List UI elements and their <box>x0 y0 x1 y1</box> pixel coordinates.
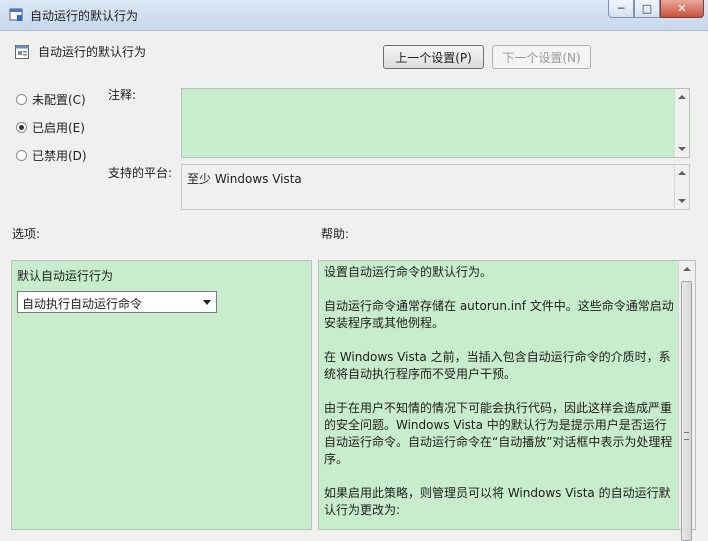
scroll-up-icon[interactable] <box>678 95 686 99</box>
dropdown-selected-value: 自动执行自动运行命令 <box>22 297 143 311</box>
policy-setting-icon <box>15 45 29 59</box>
platform-field: 至少 Windows Vista <box>181 164 690 210</box>
previous-setting-button[interactable]: 上一个设置(P) <box>383 45 484 69</box>
minimize-button[interactable]: ─ <box>608 0 634 18</box>
radio-not-configured[interactable]: 未配置(C) <box>16 91 86 108</box>
window-controls: ─ □ ✕ <box>608 0 704 20</box>
comment-scrollbar[interactable] <box>674 89 689 157</box>
next-setting-button[interactable]: 下一个设置(N) <box>492 45 591 69</box>
radio-disabled[interactable]: 已禁用(D) <box>16 147 87 164</box>
default-autorun-label: 默认自动运行行为 <box>17 269 114 283</box>
help-paragraph: 自动运行命令通常存储在 autorun.inf 文件中。这些命令通常启动安装程序… <box>324 299 674 330</box>
help-scrollbar[interactable] <box>678 261 695 541</box>
scroll-down-icon[interactable] <box>678 147 686 151</box>
grip-icon <box>684 432 689 440</box>
chevron-down-icon[interactable] <box>203 300 211 305</box>
scrollbar-thumb[interactable] <box>681 281 692 541</box>
platform-label: 支持的平台: <box>108 166 173 180</box>
comment-textarea[interactable] <box>181 88 690 158</box>
radio-not-configured-label: 未配置(C) <box>32 93 86 107</box>
scroll-up-icon[interactable] <box>678 171 686 175</box>
policy-window-icon <box>9 8 23 21</box>
radio-enabled[interactable]: 已启用(E) <box>16 119 85 136</box>
window-title: 自动运行的默认行为 <box>30 9 139 23</box>
radio-disabled-circle[interactable] <box>16 150 27 161</box>
scroll-down-icon[interactable] <box>678 199 686 203</box>
platform-scrollbar[interactable] <box>674 165 689 209</box>
help-paragraph: 在 Windows Vista 之前，当插入包含自动运行命令的介质时，系统将自动… <box>324 350 671 381</box>
help-paragraph: 设置自动运行命令的默认行为。 <box>324 265 493 279</box>
radio-enabled-label: 已启用(E) <box>32 121 85 135</box>
maximize-button[interactable]: □ <box>634 0 660 18</box>
radio-enabled-circle[interactable] <box>16 122 27 133</box>
help-panel: 设置自动运行命令的默认行为。 自动运行命令通常存储在 autorun.inf 文… <box>318 260 696 541</box>
options-panel: 默认自动运行行为 自动执行自动运行命令 <box>11 260 312 530</box>
help-text: 设置自动运行命令的默认行为。 自动运行命令通常存储在 autorun.inf 文… <box>324 264 674 536</box>
policy-name: 自动运行的默认行为 <box>38 45 147 59</box>
scroll-up-icon[interactable] <box>683 267 691 271</box>
radio-disabled-label: 已禁用(D) <box>32 149 87 163</box>
help-paragraph: 由于在用户不知情的情况下可能会执行代码，因此这样会造成严重的安全问题。Windo… <box>324 401 673 466</box>
comment-label: 注释: <box>108 88 137 102</box>
options-section-label: 选项: <box>12 227 41 241</box>
default-autorun-dropdown[interactable]: 自动执行自动运行命令 <box>17 291 217 313</box>
radio-not-configured-circle[interactable] <box>16 94 27 105</box>
help-paragraph: 如果启用此策略，则管理员可以将 Windows Vista 的自动运行默认行为更… <box>324 486 671 517</box>
close-button[interactable]: ✕ <box>660 0 704 18</box>
platform-value: 至少 Windows Vista <box>187 172 302 186</box>
title-bar: 自动运行的默认行为 ─ □ ✕ <box>0 0 708 31</box>
help-section-label: 帮助: <box>321 227 350 241</box>
